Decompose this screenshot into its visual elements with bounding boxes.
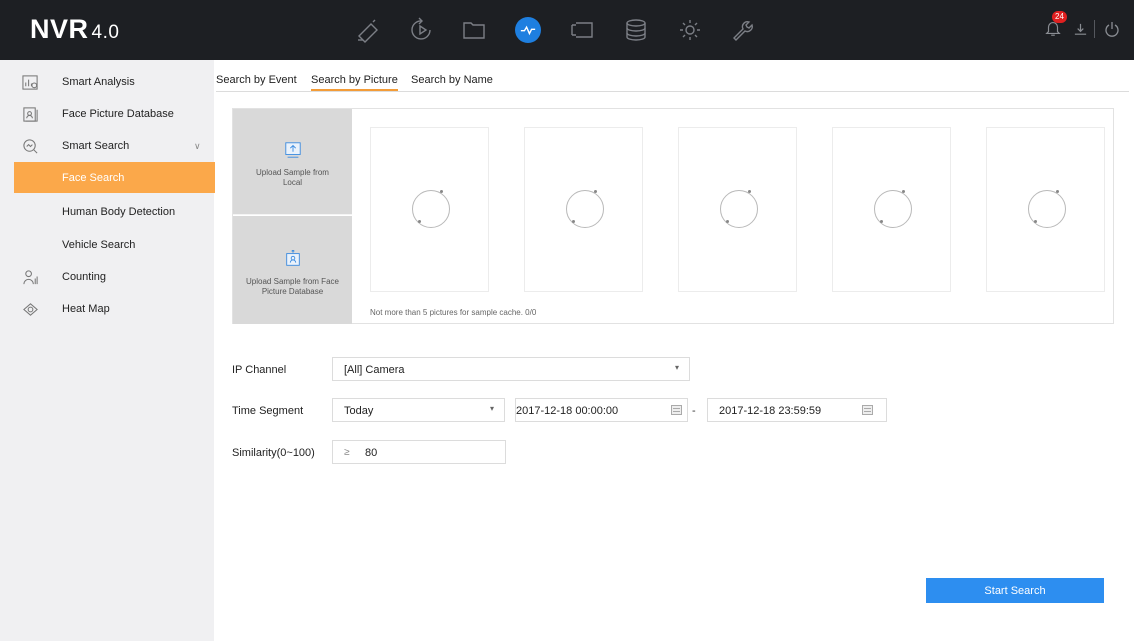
sidebar-item-label: Counting bbox=[62, 271, 107, 283]
start-search-button[interactable]: Start Search bbox=[926, 578, 1104, 603]
sample-slot-3[interactable] bbox=[678, 127, 797, 292]
maintenance-icon[interactable] bbox=[726, 14, 758, 46]
live-view-icon[interactable] bbox=[352, 14, 384, 46]
smart-search-icon bbox=[21, 137, 39, 155]
upload-from-database-button[interactable]: Upload Sample from Face Picture Database bbox=[233, 216, 352, 324]
calendar-icon[interactable] bbox=[862, 405, 873, 415]
alarm-count-badge: 24 bbox=[1052, 11, 1067, 23]
storage-icon[interactable] bbox=[620, 14, 652, 46]
sidebar-item-label: Face Search bbox=[62, 171, 125, 184]
alarm-icon[interactable]: 24 bbox=[1044, 11, 1067, 41]
chevron-down-icon[interactable]: ∨ bbox=[194, 141, 201, 152]
loading-spinner-icon bbox=[412, 190, 450, 228]
chevron-down-icon: ▾ bbox=[490, 404, 495, 413]
counting-icon bbox=[21, 268, 39, 286]
loading-spinner-icon bbox=[720, 190, 758, 228]
power-icon[interactable] bbox=[1104, 21, 1120, 40]
sidebar-item-label: Smart Analysis bbox=[62, 76, 135, 88]
chevron-down-icon: ▾ bbox=[675, 363, 680, 372]
time-segment-value: Today bbox=[344, 405, 374, 417]
time-segment-select[interactable]: Today ▾ bbox=[332, 398, 505, 422]
sample-slot-4[interactable] bbox=[832, 127, 951, 292]
upload-database-label: Upload Sample from Face Picture Database bbox=[246, 277, 339, 296]
sample-picture-panel: Upload Sample from Local Upload Sample f… bbox=[232, 108, 1114, 324]
sample-slot-2[interactable] bbox=[524, 127, 643, 292]
range-separator: - bbox=[692, 405, 696, 417]
end-time-field[interactable]: 2017-12-18 23:59:59 bbox=[707, 398, 887, 422]
sidebar-item-label: Face Picture Database bbox=[62, 108, 174, 120]
sidebar-item-heat-map[interactable]: Heat Map bbox=[0, 293, 214, 325]
sample-slot-1[interactable] bbox=[370, 127, 489, 292]
top-navigation-bar: NVR 4.0 24 bbox=[0, 0, 1134, 60]
sidebar-item-label: Heat Map bbox=[62, 303, 110, 315]
similarity-label: Similarity(0~100) bbox=[232, 447, 315, 459]
smart-analysis-icon[interactable] bbox=[512, 14, 544, 46]
sidebar-item-face-picture-database[interactable]: Face Picture Database bbox=[0, 98, 214, 130]
download-icon[interactable] bbox=[1073, 22, 1088, 40]
face-upload-icon bbox=[284, 249, 302, 271]
similarity-value: 80 bbox=[365, 447, 378, 459]
loading-spinner-icon bbox=[1028, 190, 1066, 228]
app-logo: NVR 4.0 bbox=[30, 14, 119, 45]
tab-search-by-picture[interactable]: Search by Picture bbox=[311, 74, 398, 91]
sidebar-item-label: Vehicle Search bbox=[62, 239, 136, 251]
ip-channel-select[interactable]: [All] Camera ▾ bbox=[332, 357, 690, 381]
smart-analysis-active-indicator bbox=[515, 17, 541, 43]
heat-map-icon bbox=[21, 300, 39, 318]
upload-from-local-button[interactable]: Upload Sample from Local bbox=[233, 109, 352, 215]
sidebar-item-face-search[interactable]: Face Search bbox=[14, 162, 215, 193]
tab-search-by-event[interactable]: Search by Event bbox=[216, 74, 297, 86]
system-settings-icon[interactable] bbox=[674, 14, 706, 46]
ip-channel-value: [All] Camera bbox=[344, 364, 405, 376]
loading-spinner-icon bbox=[874, 190, 912, 228]
upload-icon bbox=[284, 141, 302, 162]
loading-spinner-icon bbox=[566, 190, 604, 228]
face-database-icon bbox=[21, 105, 39, 123]
end-time-value: 2017-12-18 23:59:59 bbox=[719, 405, 822, 417]
toolbar-divider bbox=[1094, 20, 1095, 38]
search-tabs: Search by Event Search by Picture Search… bbox=[216, 72, 1129, 92]
configuration-icon[interactable] bbox=[566, 14, 598, 46]
upload-local-label: Upload Sample from Local bbox=[256, 168, 329, 187]
tab-search-by-name[interactable]: Search by Name bbox=[411, 74, 493, 86]
sample-cache-note: Not more than 5 pictures for sample cach… bbox=[370, 308, 537, 317]
smart-analysis-menu-icon bbox=[21, 73, 39, 91]
file-management-icon[interactable] bbox=[458, 14, 490, 46]
sample-slot-5[interactable] bbox=[986, 127, 1105, 292]
time-segment-label: Time Segment bbox=[232, 405, 304, 417]
sidebar-item-vehicle-search[interactable]: Vehicle Search bbox=[0, 229, 214, 261]
sidebar-item-label: Human Body Detection bbox=[62, 206, 176, 218]
sidebar: Smart Analysis Face Picture Database Sma… bbox=[0, 60, 215, 641]
playback-icon[interactable] bbox=[406, 14, 438, 46]
start-time-value: 2017-12-18 00:00:00 bbox=[516, 405, 619, 417]
sidebar-item-smart-search[interactable]: Smart Search ∨ bbox=[0, 130, 214, 162]
sidebar-item-counting[interactable]: Counting bbox=[0, 261, 214, 293]
ip-channel-label: IP Channel bbox=[232, 364, 287, 376]
similarity-operator: ≥ bbox=[344, 447, 350, 458]
sidebar-item-label: Smart Search bbox=[62, 140, 130, 152]
sidebar-item-smart-analysis[interactable]: Smart Analysis bbox=[0, 66, 214, 98]
calendar-icon[interactable] bbox=[671, 405, 682, 415]
start-time-field[interactable]: 2017-12-18 00:00:00 bbox=[515, 398, 688, 422]
logo-version: 4.0 bbox=[91, 22, 120, 43]
logo-main: NVR bbox=[30, 14, 89, 44]
similarity-input[interactable]: ≥ 80 bbox=[332, 440, 506, 464]
sidebar-item-human-body-detection[interactable]: Human Body Detection bbox=[0, 196, 214, 228]
